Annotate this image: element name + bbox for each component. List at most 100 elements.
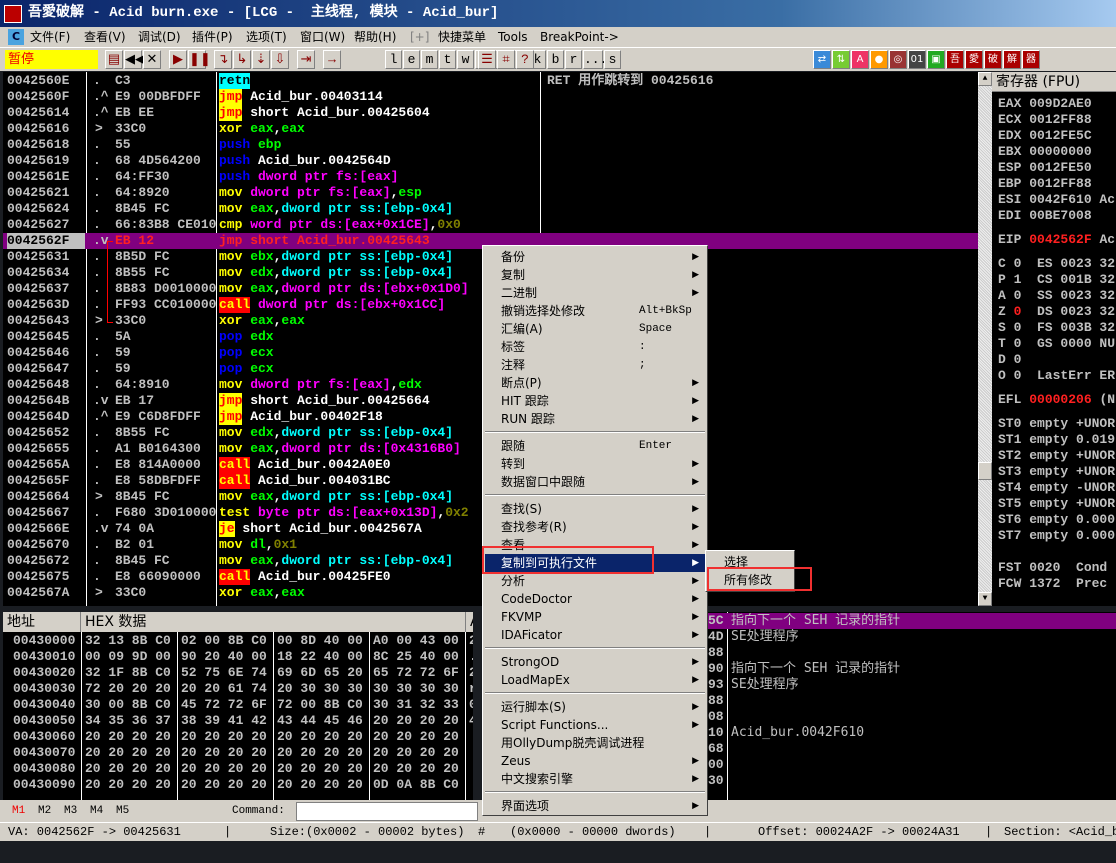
plugin-button-4[interactable]: ◎ — [889, 50, 907, 69]
register-line[interactable]: EBP 0012FF88 — [998, 176, 1092, 192]
menu-item[interactable]: 中文搜索引擎 ▶ — [485, 770, 705, 788]
menu-item[interactable]: 转到 ▶ — [485, 455, 705, 473]
disasm-row[interactable]: 00425627. 66:83B8 CE010000cmp word ptr ds… — [3, 217, 978, 233]
plugin-button-10[interactable]: 解 — [1003, 50, 1021, 69]
disasm-row[interactable]: 0042561E. 64:FF30 push dword ptr fs:[eax] — [3, 169, 978, 185]
dump-row[interactable]: 00430050 34 35 36 37 38 39 41 42 43 44 45 4… — [3, 713, 473, 729]
help-button[interactable]: ? — [516, 50, 534, 69]
memory-tab-M5[interactable]: M5 — [116, 800, 129, 822]
menu-4[interactable]: 选项(T) — [246, 27, 287, 47]
dump-row[interactable]: 00430010 00 09 9D 00 90 20 40 00 18 22 40 0… — [3, 649, 473, 665]
dump-row[interactable]: 00430060 20 20 20 20 20 20 20 20 20 20 20 2… — [3, 729, 473, 745]
register-line[interactable]: EIP 0042562F Ac — [998, 232, 1115, 248]
plugin-button-2[interactable]: A — [851, 50, 869, 69]
hex-dump-pane[interactable]: 地址HEX 数据AS 00430000 32 13 8B C0 02 00 8B C0… — [3, 612, 473, 800]
disasm-row[interactable]: 00425616 >33C0 xor eax, eax — [3, 121, 978, 137]
scroll-thumb[interactable] — [978, 462, 992, 480]
trace-into-button[interactable]: ⇣ — [252, 50, 270, 69]
window-...-button[interactable]: ... — [583, 50, 607, 69]
menu-3[interactable]: 插件(P) — [192, 27, 233, 47]
menu-item[interactable]: 数据窗口中跟随 ▶ — [485, 473, 705, 491]
menu-item[interactable]: 注释; — [485, 356, 705, 374]
dump-row[interactable]: 00430090 20 20 20 20 20 20 20 20 20 20 20 2… — [3, 777, 473, 793]
window-w-button[interactable]: w — [457, 50, 474, 69]
stack-row[interactable]: 90 指向下一个 SEH 记录的指针 — [700, 661, 1116, 677]
stack-row[interactable]: 93 SE处理程序 — [700, 677, 1116, 693]
register-line[interactable]: FCW 1372 Prec — [998, 576, 1107, 592]
command-input[interactable] — [296, 802, 478, 821]
menu-0[interactable]: 文件(F) — [30, 27, 70, 47]
register-line[interactable]: ST0 empty +UNOR — [998, 416, 1115, 432]
menu-item[interactable]: HIT 跟踪 ▶ — [485, 392, 705, 410]
register-line[interactable]: ST4 empty -UNOR — [998, 480, 1115, 496]
plugin-button-1[interactable]: ⇅ — [832, 50, 850, 69]
plugin-button-0[interactable]: ⇄ — [813, 50, 831, 69]
window-m-button[interactable]: m — [421, 50, 438, 69]
disasm-row[interactable]: 00425618. 55 push ebp — [3, 137, 978, 153]
dump-row[interactable]: 00430040 30 00 8B C0 45 72 72 6F 72 00 8B C… — [3, 697, 473, 713]
trace-over-button[interactable]: ⇩ — [271, 50, 289, 69]
disasm-row[interactable]: 00425624. 8B45 FC mov eax, dword ptr ss:[eb… — [3, 201, 978, 217]
disassembly-scrollbar[interactable]: ▲ ▼ — [978, 72, 992, 606]
window-l-button[interactable]: l — [385, 50, 402, 69]
menu-7[interactable]: [+] — [410, 27, 429, 47]
menu-item[interactable]: LoadMapEx ▶ — [485, 671, 705, 689]
plugin-button-8[interactable]: 愛 — [965, 50, 983, 69]
register-line[interactable]: S 0 FS 003B 32 — [998, 320, 1115, 336]
step-into-button[interactable]: ↴ — [214, 50, 232, 69]
rewind-button[interactable]: ◀◀ — [124, 50, 145, 69]
close-button[interactable]: ✕ — [143, 50, 161, 69]
menu-item[interactable]: 备份 ▶ — [485, 248, 705, 266]
menu-item[interactable]: 断点(P) ▶ — [485, 374, 705, 392]
menu-item[interactable]: FKVMP ▶ — [485, 608, 705, 626]
dump-row[interactable]: 00430020 32 1F 8B C0 52 75 6E 74 69 6D 65 2… — [3, 665, 473, 681]
disasm-row[interactable]: 00425614 .^ EB EE jmp short Acid_bur.004256… — [3, 105, 978, 121]
window-s-button[interactable]: s — [604, 50, 621, 69]
stack-pane[interactable]: 5C 指向下一个 SEH 记录的指针 4D SE处理程序 88 90 指向下一个 SEH 记… — [700, 612, 1116, 800]
grid-button[interactable]: ⌗ — [497, 50, 515, 69]
menu-1[interactable]: 查看(V) — [84, 27, 126, 47]
register-line[interactable]: Z 0 DS 0023 32 — [998, 304, 1115, 320]
memory-tab-M2[interactable]: M2 — [38, 800, 51, 822]
dump-row[interactable]: 00430070 20 20 20 20 20 20 20 20 20 20 20 2… — [3, 745, 473, 761]
menu-item[interactable]: IDAFicator ▶ — [485, 626, 705, 644]
menu-item[interactable]: Script Functions... ▶ — [485, 716, 705, 734]
open-button[interactable]: ▤ — [105, 50, 123, 69]
menu-2[interactable]: 调试(D) — [138, 27, 181, 47]
window-r-button[interactable]: r — [565, 50, 582, 69]
stack-row[interactable]: 88 — [700, 645, 1116, 661]
exec-till-return-button[interactable]: ⇥ — [297, 50, 315, 69]
register-line[interactable]: ST7 empty 0.000 — [998, 528, 1115, 544]
scroll-down-button[interactable]: ▼ — [978, 592, 992, 606]
menu-9[interactable]: Tools — [498, 27, 528, 47]
register-line[interactable]: O 0 LastErr ER — [998, 368, 1115, 384]
register-line[interactable]: ST6 empty 0.000 — [998, 512, 1115, 528]
menu-6[interactable]: 帮助(H) — [354, 27, 396, 47]
registers-pane[interactable]: 寄存器 (FPU) EAX 009D2AE0 ECX 0012FF88 EDX 00… — [992, 72, 1116, 606]
menu-c-icon[interactable]: C — [8, 29, 24, 45]
menu-item[interactable]: 撤销选择处修改 Alt+BkSp — [485, 302, 705, 320]
plugin-button-11[interactable]: 器 — [1022, 50, 1040, 69]
register-line[interactable]: C 0 ES 0023 32 — [998, 256, 1115, 272]
dump-row[interactable]: 00430030 72 20 20 20 20 20 61 74 20 30 30 3… — [3, 681, 473, 697]
plugin-button-5[interactable]: 01 — [908, 50, 926, 69]
register-line[interactable]: EAX 009D2AE0 — [998, 96, 1092, 112]
menu-8[interactable]: 快捷菜单 — [438, 27, 486, 47]
register-line[interactable]: T 0 GS 0000 NU — [998, 336, 1115, 352]
memory-tab-M4[interactable]: M4 — [90, 800, 103, 822]
menu-item[interactable]: Zeus ▶ — [485, 752, 705, 770]
register-line[interactable]: ECX 0012FF88 — [998, 112, 1092, 128]
menu-item[interactable]: 查找参考(R) ▶ — [485, 518, 705, 536]
register-line[interactable]: ST3 empty +UNOR — [998, 464, 1115, 480]
stack-row[interactable]: 4D SE处理程序 — [700, 629, 1116, 645]
plugin-button-9[interactable]: 破 — [984, 50, 1002, 69]
stack-row[interactable]: 10 Acid_bur.0042F610 — [700, 725, 1116, 741]
goto-button[interactable]: → — [323, 50, 341, 69]
register-line[interactable]: P 1 CS 001B 32 — [998, 272, 1115, 288]
menu-item[interactable]: 用OllyDump脱壳调试进程 — [485, 734, 705, 752]
scroll-up-button[interactable]: ▲ — [978, 72, 992, 86]
menu-5[interactable]: 窗口(W) — [300, 27, 345, 47]
register-line[interactable]: ST2 empty +UNOR — [998, 448, 1115, 464]
register-line[interactable]: EDI 00BE7008 — [998, 208, 1092, 224]
stack-row[interactable]: 68 — [700, 741, 1116, 757]
